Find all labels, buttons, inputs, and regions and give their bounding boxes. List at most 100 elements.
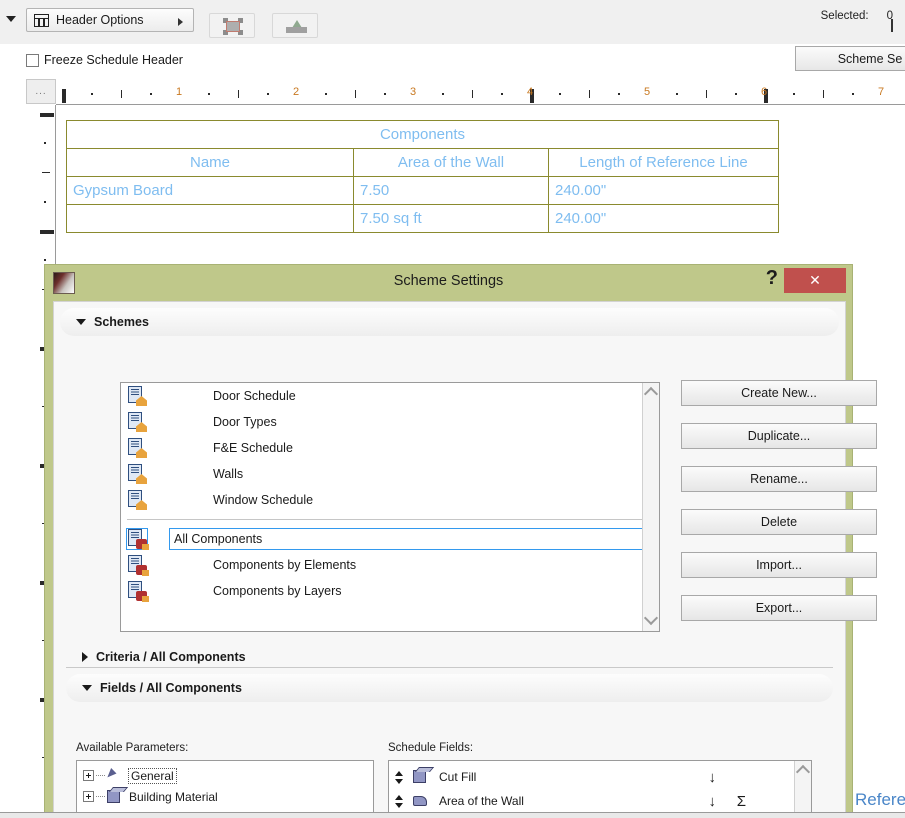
scheme-list-item[interactable]: Door Schedule xyxy=(121,383,659,409)
schedule-component-icon xyxy=(127,555,147,575)
wall-icon xyxy=(411,793,430,809)
schemes-list[interactable]: Door Schedule Door Types F&E ScheduleWalls… xyxy=(120,382,660,632)
schedule-house-icon xyxy=(127,386,147,406)
scheme-list-item-label: All Components xyxy=(169,528,653,550)
table-cell[interactable]: 240.00" xyxy=(549,205,779,233)
list-divider xyxy=(127,519,653,520)
schedule-fields-scrollbar[interactable] xyxy=(794,761,811,818)
scroll-up-icon[interactable] xyxy=(796,765,810,779)
ruler-number: 6 xyxy=(761,86,767,98)
sort-descending-icon[interactable]: ↓ xyxy=(709,770,717,785)
schedule-house-icon xyxy=(127,412,147,432)
parameter-tree-item[interactable]: General xyxy=(77,765,373,786)
sum-icon[interactable]: Σ xyxy=(737,794,746,809)
expand-plus-icon[interactable] xyxy=(83,791,94,802)
duplicate-button[interactable]: Duplicate... xyxy=(681,423,877,449)
schemes-section-header[interactable]: Schemes xyxy=(60,308,839,336)
scroll-up-icon[interactable] xyxy=(644,387,658,401)
create-new-button[interactable]: Create New... xyxy=(681,380,877,406)
available-parameters-list[interactable]: GeneralBuilding MaterialComponentsWall xyxy=(76,760,374,818)
ruler-number: 1 xyxy=(176,86,182,98)
ruler-dot-tick xyxy=(676,93,678,95)
schedule-component-icon xyxy=(127,529,147,549)
ruler-number: 7 xyxy=(878,86,884,98)
table-cell[interactable]: Gypsum Board xyxy=(67,177,354,205)
ruler-dot-tick xyxy=(44,201,46,203)
table-cell[interactable] xyxy=(67,205,354,233)
scheme-list-item[interactable]: Components by Layers xyxy=(121,578,659,604)
collapse-panel-arrow-icon[interactable] xyxy=(6,16,16,22)
horizontal-ruler[interactable]: 1234567 xyxy=(56,79,905,105)
table-cell[interactable]: 7.50 sq ft xyxy=(354,205,549,233)
import-button[interactable]: Import... xyxy=(681,552,877,578)
help-icon[interactable]: ? xyxy=(766,267,778,290)
ruler-dot-tick xyxy=(150,93,152,95)
scroll-down-icon[interactable] xyxy=(644,611,658,625)
ruler-minor-tick xyxy=(823,90,825,98)
ruler-number: 2 xyxy=(293,86,299,98)
export-button[interactable]: Export... xyxy=(681,595,877,621)
table-title-row: Components xyxy=(67,121,779,149)
freeze-schedule-header-checkbox[interactable] xyxy=(26,54,39,67)
scheme-list-item[interactable]: F&E Schedule xyxy=(121,435,659,461)
ruler-dot-tick xyxy=(618,93,620,95)
ruler-dot-tick xyxy=(267,93,269,95)
criteria-section-label: Criteria / All Components xyxy=(96,650,246,664)
ruler-dot-tick xyxy=(384,93,386,95)
scheme-settings-button[interactable]: Scheme Se xyxy=(795,46,905,71)
schedule-house-icon xyxy=(127,438,147,458)
expand-plus-icon[interactable] xyxy=(83,770,94,781)
ruler-dot-tick xyxy=(793,93,795,95)
column-header-cell[interactable]: Length of Reference Line xyxy=(549,149,779,177)
column-header-cell[interactable]: Area of the Wall xyxy=(354,149,549,177)
fields-section-label: Fields / All Components xyxy=(100,681,242,695)
scheme-list-item-label: Door Types xyxy=(213,415,277,429)
scheme-list-item[interactable]: Walls xyxy=(121,461,659,487)
ruler-major-tick xyxy=(40,230,54,234)
table-header-row: NameArea of the WallLength of Reference … xyxy=(67,149,779,177)
reorder-handle-icon[interactable] xyxy=(395,794,404,809)
place-object-button[interactable] xyxy=(272,13,318,38)
ruler-number: 4 xyxy=(527,86,533,98)
header-options-dropdown[interactable]: Header Options xyxy=(26,8,194,32)
scheme-list-item[interactable]: Window Schedule xyxy=(121,487,659,513)
reorder-handle-icon[interactable] xyxy=(395,770,404,785)
schemes-action-buttons: Create New... Duplicate... Rename... Delete… xyxy=(681,380,877,638)
text-cursor-icon xyxy=(891,19,893,32)
table-cell[interactable]: 240.00" xyxy=(549,177,779,205)
tree-connector xyxy=(96,775,105,776)
chevron-down-icon xyxy=(82,685,92,691)
ruler-minor-tick xyxy=(589,90,591,98)
schemes-list-scrollbar[interactable] xyxy=(642,383,659,631)
fields-section-header[interactable]: Fields / All Components xyxy=(66,674,833,702)
schedule-field-item[interactable]: Cut Fill↓ xyxy=(389,765,794,789)
dialog-titlebar[interactable]: Scheme Settings ? ✕ xyxy=(45,265,852,301)
ruler-number: 5 xyxy=(644,86,650,98)
table-cell[interactable]: 7.50 xyxy=(354,177,549,205)
dialog-title: Scheme Settings xyxy=(45,273,852,289)
ruler-origin-button[interactable]: ... xyxy=(26,79,56,104)
background-partial-text: Refere xyxy=(855,790,905,810)
rename-button[interactable]: Rename... xyxy=(681,466,877,492)
schedule-field-item[interactable]: Area of the Wall ↓ Σ xyxy=(389,789,794,813)
table-row[interactable]: 7.50 sq ft240.00" xyxy=(67,205,779,233)
select-shape-button[interactable] xyxy=(209,13,255,38)
scheme-list-item[interactable]: Components by Elements xyxy=(121,552,659,578)
freeze-schedule-header-label: Freeze Schedule Header xyxy=(44,53,183,67)
scheme-list-item[interactable]: All Components xyxy=(121,526,659,552)
column-header-cell[interactable]: Name xyxy=(67,149,354,177)
schedule-field-label: Area of the Wall xyxy=(439,794,524,808)
table-row[interactable]: Gypsum Board7.50240.00" xyxy=(67,177,779,205)
schedule-fields-list[interactable]: Cut Fill↓Area of the Wall↓ΣLength of Ref… xyxy=(388,760,812,818)
scheme-list-item[interactable]: Door Types xyxy=(121,409,659,435)
ruler-minor-tick xyxy=(706,90,708,98)
ruler-dot-tick xyxy=(44,142,46,144)
criteria-section-header[interactable]: Criteria / All Components xyxy=(66,646,833,668)
chevron-right-icon xyxy=(178,18,183,26)
close-icon[interactable]: ✕ xyxy=(784,268,846,293)
delete-button[interactable]: Delete xyxy=(681,509,877,535)
parameter-tree-item[interactable]: Building Material xyxy=(77,786,373,807)
schedule-title-cell: Components xyxy=(67,121,779,149)
sort-descending-icon[interactable]: ↓ xyxy=(709,794,717,809)
freeze-schedule-header-row[interactable]: Freeze Schedule Header xyxy=(26,53,183,67)
